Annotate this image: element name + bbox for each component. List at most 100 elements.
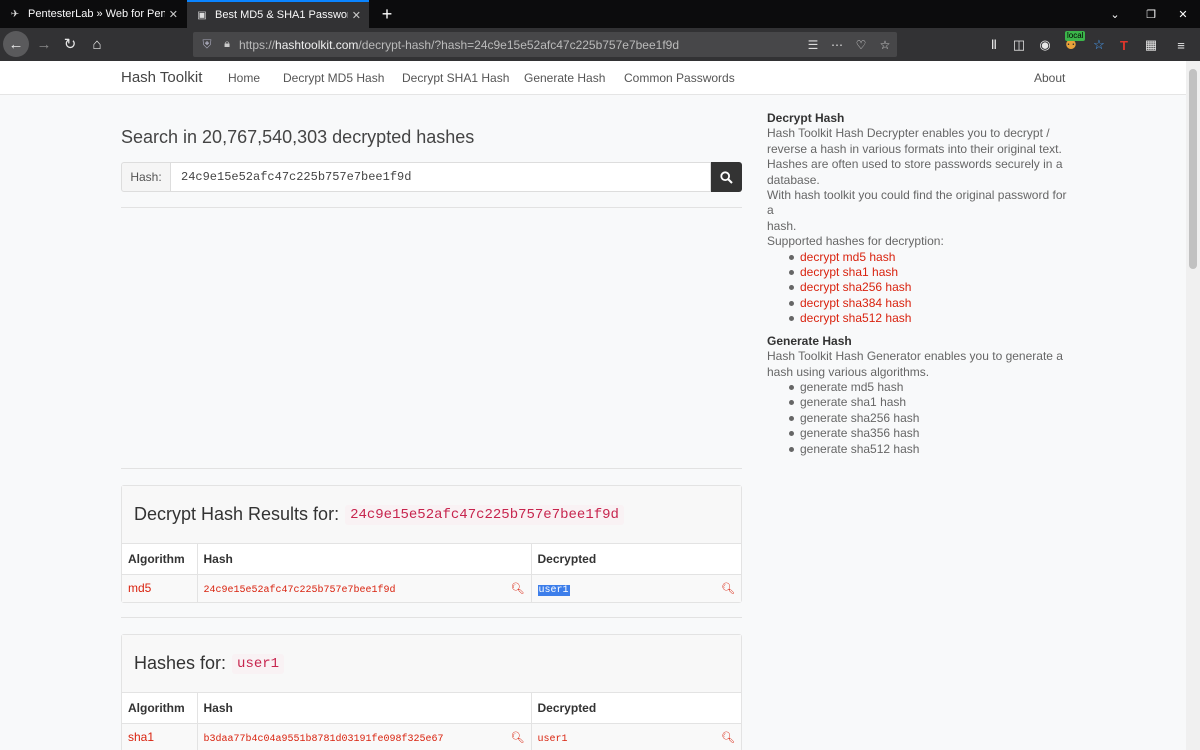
divider (121, 207, 742, 208)
nav-decrypt-sha1[interactable]: Decrypt SHA1 Hash (402, 71, 509, 85)
table-row: md5 24c9e15e52afc47c225b757e7bee1f9d 🔍︎ … (122, 574, 741, 602)
t-extension-icon[interactable]: T (1113, 34, 1135, 56)
list-item: generate sha1 hash (789, 395, 1067, 410)
tracking-shield-icon[interactable]: ⛨ (195, 37, 219, 52)
decrypted-link[interactable]: user1 (538, 734, 568, 745)
home-icon[interactable]: ⌂ (84, 31, 110, 57)
back-arrow-icon[interactable]: ← (3, 31, 29, 57)
nav-generate-hash[interactable]: Generate Hash (524, 71, 605, 85)
bookmark-star-icon[interactable]: ☆ (873, 38, 897, 52)
reload-icon[interactable]: ↻ (57, 31, 83, 57)
decrypted-cell: user1 🔍︎ (531, 574, 741, 602)
menu-icon[interactable]: ≡ (1170, 34, 1192, 56)
hashtoolkit-favicon-icon: ▣ (197, 9, 207, 21)
tab-label: Best MD5 & SHA1 Password De (215, 9, 348, 21)
forward-arrow-icon[interactable]: → (31, 31, 57, 57)
restore-window-icon[interactable]: ❐ (1134, 0, 1168, 28)
hashes-for-panel: Hashes for: user1 Algorithm Hash Decrypt… (121, 634, 742, 750)
pocket-icon[interactable]: ♡ (849, 38, 873, 52)
search-heading: Search in 20,767,540,303 decrypted hashe… (121, 127, 475, 147)
decrypted-cell: user1 🔍︎ (531, 723, 741, 750)
hash-label: Hash: (121, 162, 171, 192)
close-window-icon[interactable]: ✕ (1166, 0, 1200, 28)
decrypted-link[interactable]: user1 (537, 584, 570, 596)
col-decrypted: Decrypted (531, 693, 741, 724)
tab-list-icon[interactable]: ⌄ (1098, 0, 1132, 28)
search-icon[interactable]: 🔍︎ (511, 731, 525, 744)
close-tab-icon[interactable]: ✕ (352, 9, 361, 22)
site-brand[interactable]: Hash Toolkit (121, 69, 202, 86)
decrypt-results-panel: Decrypt Hash Results for: 24c9e15e52afc4… (121, 485, 742, 603)
hash-link[interactable]: 24c9e15e52afc47c225b757e7bee1f9d (204, 585, 396, 596)
hash-link[interactable]: b3daa77b4c04a9551b8781d03191fe098f325e67 (204, 734, 444, 745)
list-item[interactable]: decrypt md5 hash (789, 250, 1067, 265)
list-item[interactable]: decrypt sha256 hash (789, 280, 1067, 295)
hash-input[interactable] (171, 162, 711, 192)
more-actions-icon[interactable]: ⋯ (825, 38, 849, 52)
new-tab-icon[interactable]: + (376, 3, 398, 25)
col-hash: Hash (197, 693, 532, 724)
extension-badge: local (1065, 31, 1086, 41)
sidebar-generate-title: Generate Hash (767, 333, 852, 348)
sidebar-icon[interactable]: ◫ (1008, 34, 1030, 56)
divider (121, 617, 742, 618)
list-item: generate md5 hash (789, 380, 1067, 395)
search-icon[interactable]: 🔍︎ (721, 731, 735, 744)
browser-tab-bar: ✈ PentesterLab » Web for Pentest ✕ ▣ Bes… (0, 0, 1200, 28)
page-scrollbar[interactable] (1186, 61, 1200, 750)
col-decrypted: Decrypted (531, 544, 741, 575)
col-hash: Hash (197, 544, 532, 575)
lock-icon[interactable]: 🔒︎ (219, 38, 235, 51)
algorithm-link[interactable]: sha1 (122, 723, 198, 750)
hashes-table: Algorithm Hash Decrypted sha1 b3daa77b4c… (122, 693, 741, 750)
extensions-grid-icon[interactable]: ▦ (1140, 34, 1162, 56)
decrypt-links-list: decrypt md5 hash decrypt sha1 hash decry… (767, 250, 1067, 327)
col-algorithm: Algorithm (122, 693, 198, 724)
close-tab-icon[interactable]: ✕ (169, 8, 178, 21)
hash-search-form: Hash: (121, 162, 742, 192)
results-hash-code: 24c9e15e52afc47c225b757e7bee1f9d (345, 504, 624, 525)
table-row: sha1 b3daa77b4c04a9551b8781d03191fe098f3… (122, 723, 741, 750)
account-icon[interactable]: ◉ (1034, 34, 1056, 56)
algorithm-link[interactable]: md5 (122, 574, 198, 602)
search-button[interactable] (711, 162, 742, 192)
scrollbar-thumb[interactable] (1189, 69, 1197, 269)
browser-toolbar: ← → ↻ ⌂ ⛨ 🔒︎ https://hashtoolkit.com/dec… (0, 28, 1200, 61)
nav-about[interactable]: About (1034, 71, 1065, 85)
list-item: generate sha356 hash (789, 426, 1067, 441)
url-text[interactable]: https://hashtoolkit.com/decrypt-hash/?ha… (235, 38, 801, 52)
tab-label: PentesterLab » Web for Pentest (28, 8, 165, 20)
sidebar: Decrypt Hash Hash Toolkit Hash Decrypter… (767, 111, 1067, 457)
list-item[interactable]: decrypt sha384 hash (789, 296, 1067, 311)
page-content: Hash Toolkit Home Decrypt MD5 Hash Decry… (0, 61, 1186, 750)
reader-view-icon[interactable]: ☰ (801, 38, 825, 52)
sidebar-decrypt-text: Hash Toolkit Hash Decrypter enables you … (767, 126, 1067, 249)
list-item: generate sha512 hash (789, 442, 1067, 457)
library-icon[interactable]: Ⅱ (983, 34, 1005, 56)
search-icon[interactable]: 🔍︎ (511, 582, 525, 595)
search-icon (720, 170, 733, 184)
results-heading: Decrypt Hash Results for: 24c9e15e52afc4… (122, 486, 741, 544)
pentesterlab-favicon-icon: ✈ (10, 8, 20, 20)
hashes-for-value-code: user1 (232, 653, 285, 674)
sidebar-generate-text: Hash Toolkit Hash Generator enables you … (767, 349, 1063, 379)
address-bar[interactable]: ⛨ 🔒︎ https://hashtoolkit.com/decrypt-has… (193, 32, 897, 57)
generate-list: generate md5 hash generate sha1 hash gen… (767, 380, 1067, 457)
list-item[interactable]: decrypt sha512 hash (789, 311, 1067, 326)
search-icon[interactable]: 🔍︎ (721, 582, 735, 595)
tab-pentesterlab[interactable]: ✈ PentesterLab » Web for Pentest ✕ (0, 0, 186, 28)
tab-hashtoolkit[interactable]: ▣ Best MD5 & SHA1 Password De ✕ (187, 0, 369, 28)
col-algorithm: Algorithm (122, 544, 198, 575)
sidebar-decrypt-title: Decrypt Hash (767, 111, 845, 125)
list-item[interactable]: decrypt sha1 hash (789, 265, 1067, 280)
translate-extension-icon[interactable]: ☆ (1088, 34, 1110, 56)
divider (121, 468, 742, 469)
nav-home[interactable]: Home (228, 71, 260, 85)
hash-cell: 24c9e15e52afc47c225b757e7bee1f9d 🔍︎ (197, 574, 532, 602)
hash-cell: b3daa77b4c04a9551b8781d03191fe098f325e67… (197, 723, 532, 750)
hashes-for-heading: Hashes for: user1 (122, 635, 741, 693)
list-item: generate sha256 hash (789, 411, 1067, 426)
nav-common-passwords[interactable]: Common Passwords (624, 71, 735, 85)
results-table: Algorithm Hash Decrypted md5 24c9e15e52a… (122, 544, 741, 602)
nav-decrypt-md5[interactable]: Decrypt MD5 Hash (283, 71, 384, 85)
